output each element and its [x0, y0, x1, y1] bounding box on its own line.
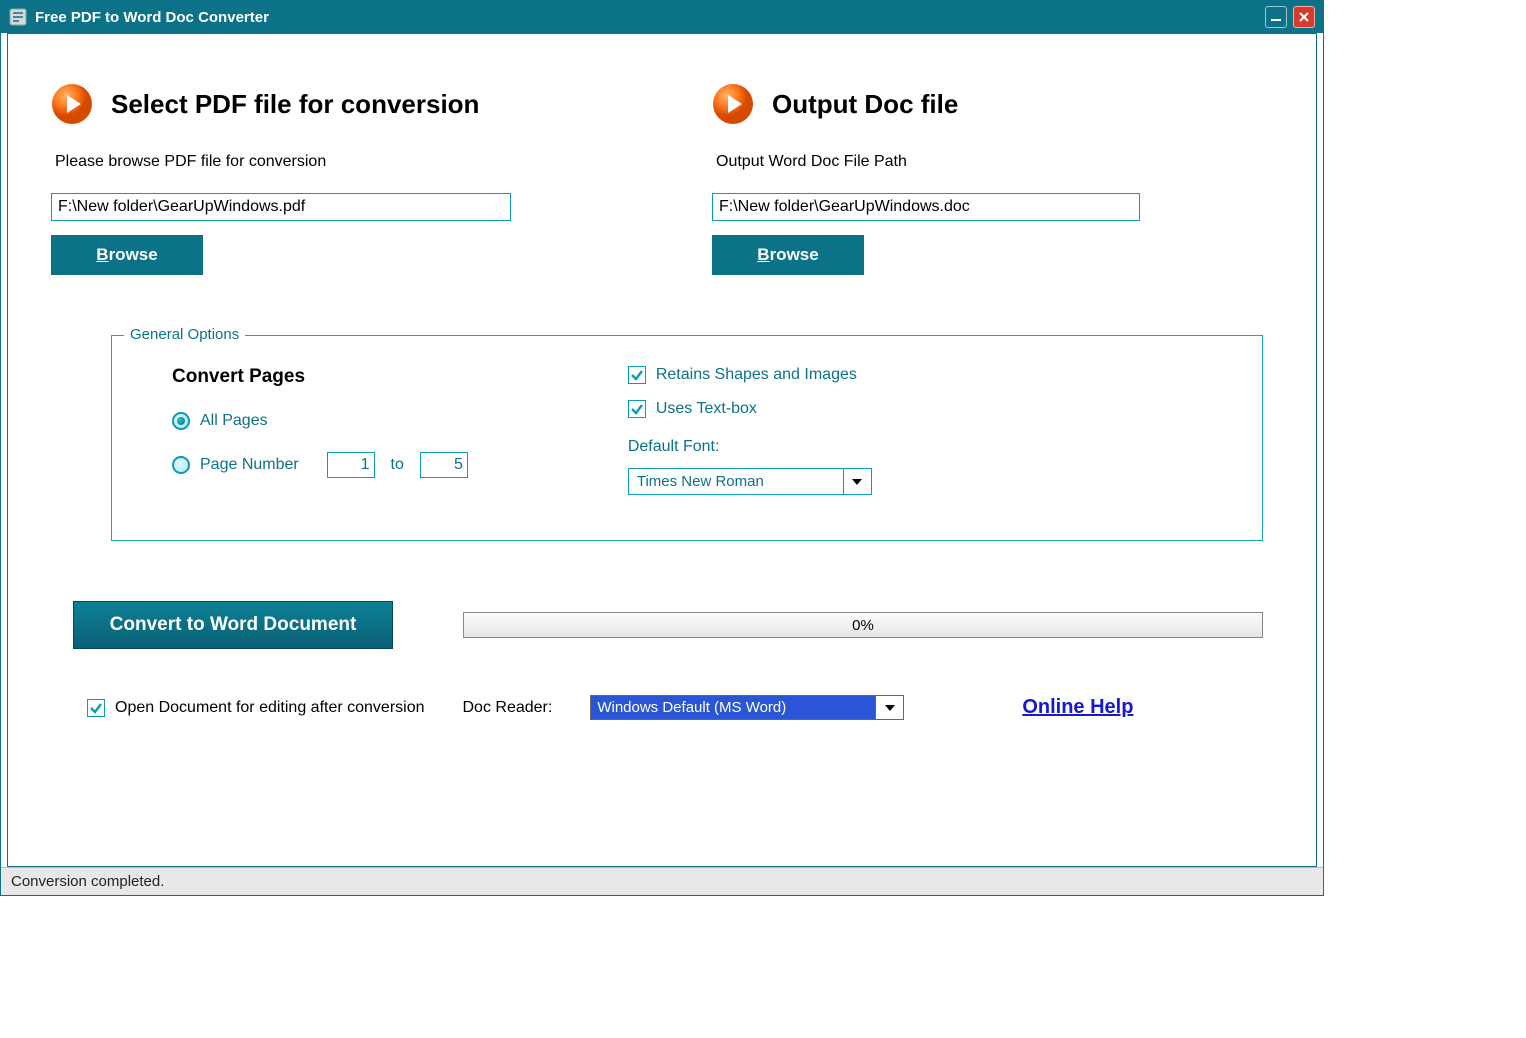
- default-font-value: Times New Roman: [628, 468, 844, 495]
- open-after-label: Open Document for editing after conversi…: [115, 699, 425, 717]
- default-font-dropdown[interactable]: Times New Roman: [628, 468, 872, 495]
- page-from-input[interactable]: [327, 452, 375, 478]
- uses-textbox-checkbox[interactable]: [628, 400, 646, 418]
- online-help-link[interactable]: Online Help: [1022, 696, 1133, 719]
- page-number-label: Page Number: [200, 456, 299, 474]
- default-font-label: Default Font:: [628, 438, 872, 456]
- input-heading: Select PDF file for conversion: [111, 89, 479, 120]
- all-pages-label: All Pages: [200, 412, 268, 430]
- title-bar: Free PDF to Word Doc Converter: [1, 1, 1323, 33]
- input-label: Please browse PDF file for conversion: [55, 153, 612, 171]
- output-browse-button[interactable]: Browse: [712, 235, 864, 275]
- uses-textbox-label: Uses Text-box: [656, 400, 757, 418]
- output-path-field[interactable]: [712, 193, 1140, 221]
- output-label: Output Word Doc File Path: [716, 153, 1273, 171]
- input-section: Select PDF file for conversion Please br…: [51, 83, 612, 275]
- general-options-group: General Options Convert Pages All Pages …: [111, 335, 1263, 541]
- app-icon: [9, 8, 27, 26]
- output-heading: Output Doc file: [772, 89, 958, 120]
- retain-shapes-label: Retains Shapes and Images: [656, 366, 857, 384]
- chevron-down-icon: [844, 468, 872, 495]
- play-icon: [712, 83, 754, 125]
- to-label: to: [391, 456, 404, 474]
- progress-value: 0%: [852, 617, 874, 634]
- page-number-radio[interactable]: [172, 456, 190, 474]
- close-button[interactable]: [1293, 6, 1315, 28]
- output-section: Output Doc file Output Word Doc File Pat…: [712, 83, 1273, 275]
- page-to-input[interactable]: [420, 452, 468, 478]
- doc-reader-dropdown[interactable]: Windows Default (MS Word): [590, 695, 904, 720]
- play-icon: [51, 83, 93, 125]
- all-pages-radio[interactable]: [172, 412, 190, 430]
- chevron-down-icon: [876, 695, 904, 720]
- status-text: Conversion completed.: [11, 873, 164, 890]
- options-legend: General Options: [124, 326, 245, 343]
- input-browse-button[interactable]: Browse: [51, 235, 203, 275]
- convert-button[interactable]: Convert to Word Document: [73, 601, 393, 649]
- progress-bar: 0%: [463, 612, 1263, 638]
- open-after-checkbox[interactable]: [87, 699, 105, 717]
- window-title: Free PDF to Word Doc Converter: [35, 9, 269, 26]
- doc-reader-value: Windows Default (MS Word): [590, 695, 876, 720]
- doc-reader-label: Doc Reader:: [463, 699, 553, 717]
- convert-pages-title: Convert Pages: [172, 366, 468, 388]
- retain-shapes-checkbox[interactable]: [628, 366, 646, 384]
- input-path-field[interactable]: [51, 193, 511, 221]
- status-bar: Conversion completed.: [1, 867, 1323, 895]
- minimize-button[interactable]: [1265, 6, 1287, 28]
